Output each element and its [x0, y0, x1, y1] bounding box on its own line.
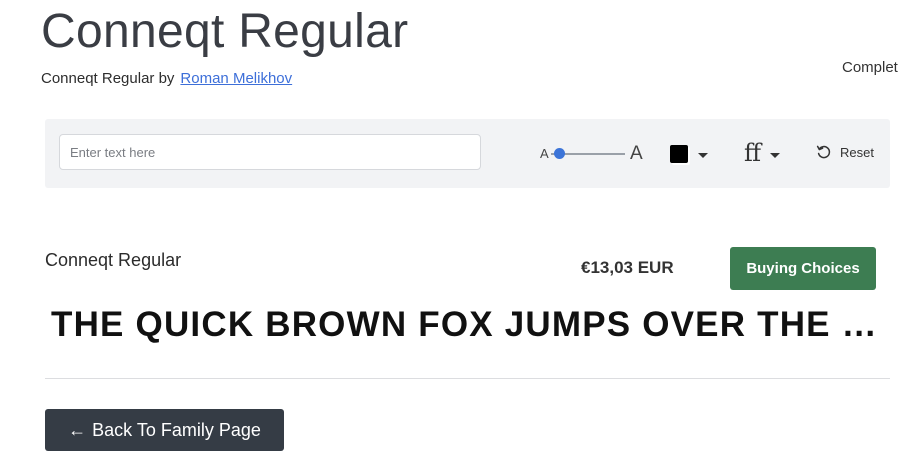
byline: Conneqt Regular by Roman Melikhov — [41, 70, 292, 87]
preview-text-input[interactable] — [59, 134, 481, 170]
buying-choices-button[interactable]: Buying Choices — [730, 247, 876, 290]
page-title: Conneqt Regular — [41, 5, 409, 58]
chevron-down-icon[interactable] — [770, 153, 780, 158]
back-button-label: Back To Family Page — [92, 419, 261, 440]
arrow-left-icon: ← — [68, 419, 87, 440]
font-size-slider-thumb[interactable] — [554, 148, 566, 159]
preview-toolbar: A A ff Reset — [45, 119, 890, 188]
author-link[interactable]: Roman Melikhov — [180, 70, 292, 87]
reset-button[interactable]: Reset — [816, 144, 874, 160]
back-to-family-button[interactable]: ← Back To Family Page — [45, 409, 284, 451]
font-size-small-label: A — [540, 146, 549, 161]
chevron-down-icon[interactable] — [698, 153, 708, 158]
product-page: Conneqt Regular Conneqt Regular by Roman … — [0, 0, 900, 476]
reset-icon — [816, 144, 832, 160]
reset-label: Reset — [840, 144, 874, 160]
font-preview-text: THE QUICK BROWN FOX JUMPS OVER THE LAZY … — [51, 305, 881, 344]
complete-family-label[interactable]: Complet — [842, 59, 898, 76]
text-color-swatch[interactable] — [670, 145, 688, 163]
font-features-icon[interactable]: ff — [744, 139, 761, 167]
font-size-large-label: A — [630, 143, 643, 164]
font-style-name: Conneqt Regular — [45, 250, 182, 270]
price: €13,03 EUR — [581, 258, 674, 277]
byline-prefix: Conneqt Regular by — [41, 70, 175, 87]
divider — [45, 378, 890, 379]
